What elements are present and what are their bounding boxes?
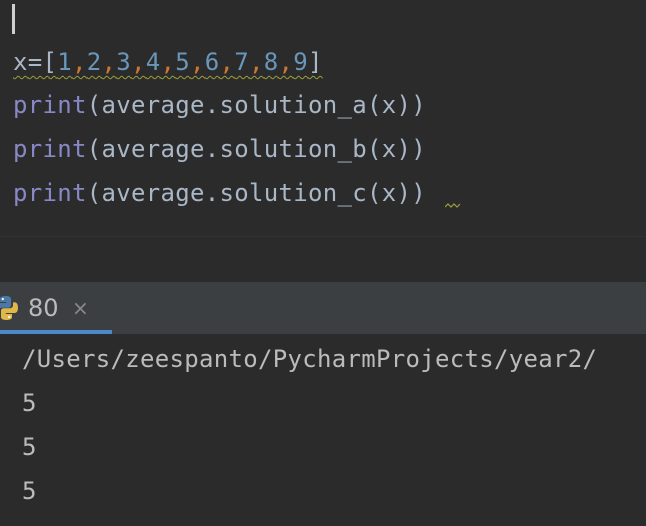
run-console[interactable]: /Users/zeespanto/PycharmProjects/year2/ … — [0, 334, 646, 526]
code-line-4[interactable]: print(average.solution_c(x)) — [13, 173, 426, 213]
python-icon — [0, 296, 19, 320]
comma: , — [131, 48, 146, 76]
open-paren: ( — [86, 135, 102, 163]
list-number: 2 — [86, 48, 102, 76]
close-bracket: ] — [308, 48, 323, 76]
console-output-line: 5 — [22, 477, 37, 505]
list-number: 8 — [263, 48, 279, 76]
list-number: 5 — [175, 48, 190, 76]
panel-gap — [0, 236, 646, 282]
var-x: x — [13, 48, 28, 76]
open-paren: ( — [86, 179, 102, 207]
code-line-1[interactable]: x=[1,2,3,4,5,6,7,8,9] — [13, 42, 323, 82]
console-output-line: 5 — [22, 389, 37, 417]
list-number: 9 — [293, 48, 308, 76]
editor-divider — [0, 236, 646, 237]
print-keyword: print — [13, 135, 87, 163]
code-editor[interactable]: x=[1,2,3,4,5,6,7,8,9] print(average.solu… — [0, 38, 646, 236]
run-tool-window-header: 80 × — [0, 282, 646, 334]
comma: , — [160, 48, 176, 76]
code-line-2[interactable]: print(average.solution_a(x)) — [13, 85, 426, 125]
close-paren: ) — [411, 135, 426, 163]
list-number: 4 — [145, 48, 161, 76]
warning-squiggle-icon — [445, 203, 461, 208]
list-number: 3 — [116, 48, 131, 76]
text-caret — [12, 4, 15, 34]
comma: , — [278, 48, 294, 76]
comma: , — [190, 48, 205, 76]
call-expression: average.solution_b(x) — [101, 135, 412, 163]
comma: , — [219, 48, 235, 76]
console-command-line: /Users/zeespanto/PycharmProjects/year2/ — [22, 345, 598, 373]
print-keyword: print — [13, 179, 87, 207]
run-tab[interactable]: 80 × — [0, 282, 112, 334]
close-paren: ) — [411, 179, 426, 207]
list-number: 6 — [204, 48, 220, 76]
editor-top-strip — [0, 0, 646, 38]
comma: , — [249, 48, 264, 76]
list-number: 7 — [234, 48, 249, 76]
close-paren: ) — [411, 91, 426, 119]
call-expression: average.solution_c(x) — [101, 179, 412, 207]
call-expression: average.solution_a(x) — [101, 91, 412, 119]
console-output-line: 5 — [22, 433, 37, 461]
close-icon[interactable]: × — [72, 296, 89, 320]
list-number: 1 — [57, 48, 72, 76]
code-line-3[interactable]: print(average.solution_b(x)) — [13, 129, 426, 169]
comma: , — [101, 48, 117, 76]
comma: , — [72, 48, 87, 76]
print-keyword: print — [13, 91, 87, 119]
open-paren: ( — [86, 91, 102, 119]
run-tab-label: 80 — [28, 294, 59, 322]
assign-open-bracket: =[ — [27, 48, 58, 76]
pycharm-window: x=[1,2,3,4,5,6,7,8,9] print(average.solu… — [0, 0, 646, 526]
